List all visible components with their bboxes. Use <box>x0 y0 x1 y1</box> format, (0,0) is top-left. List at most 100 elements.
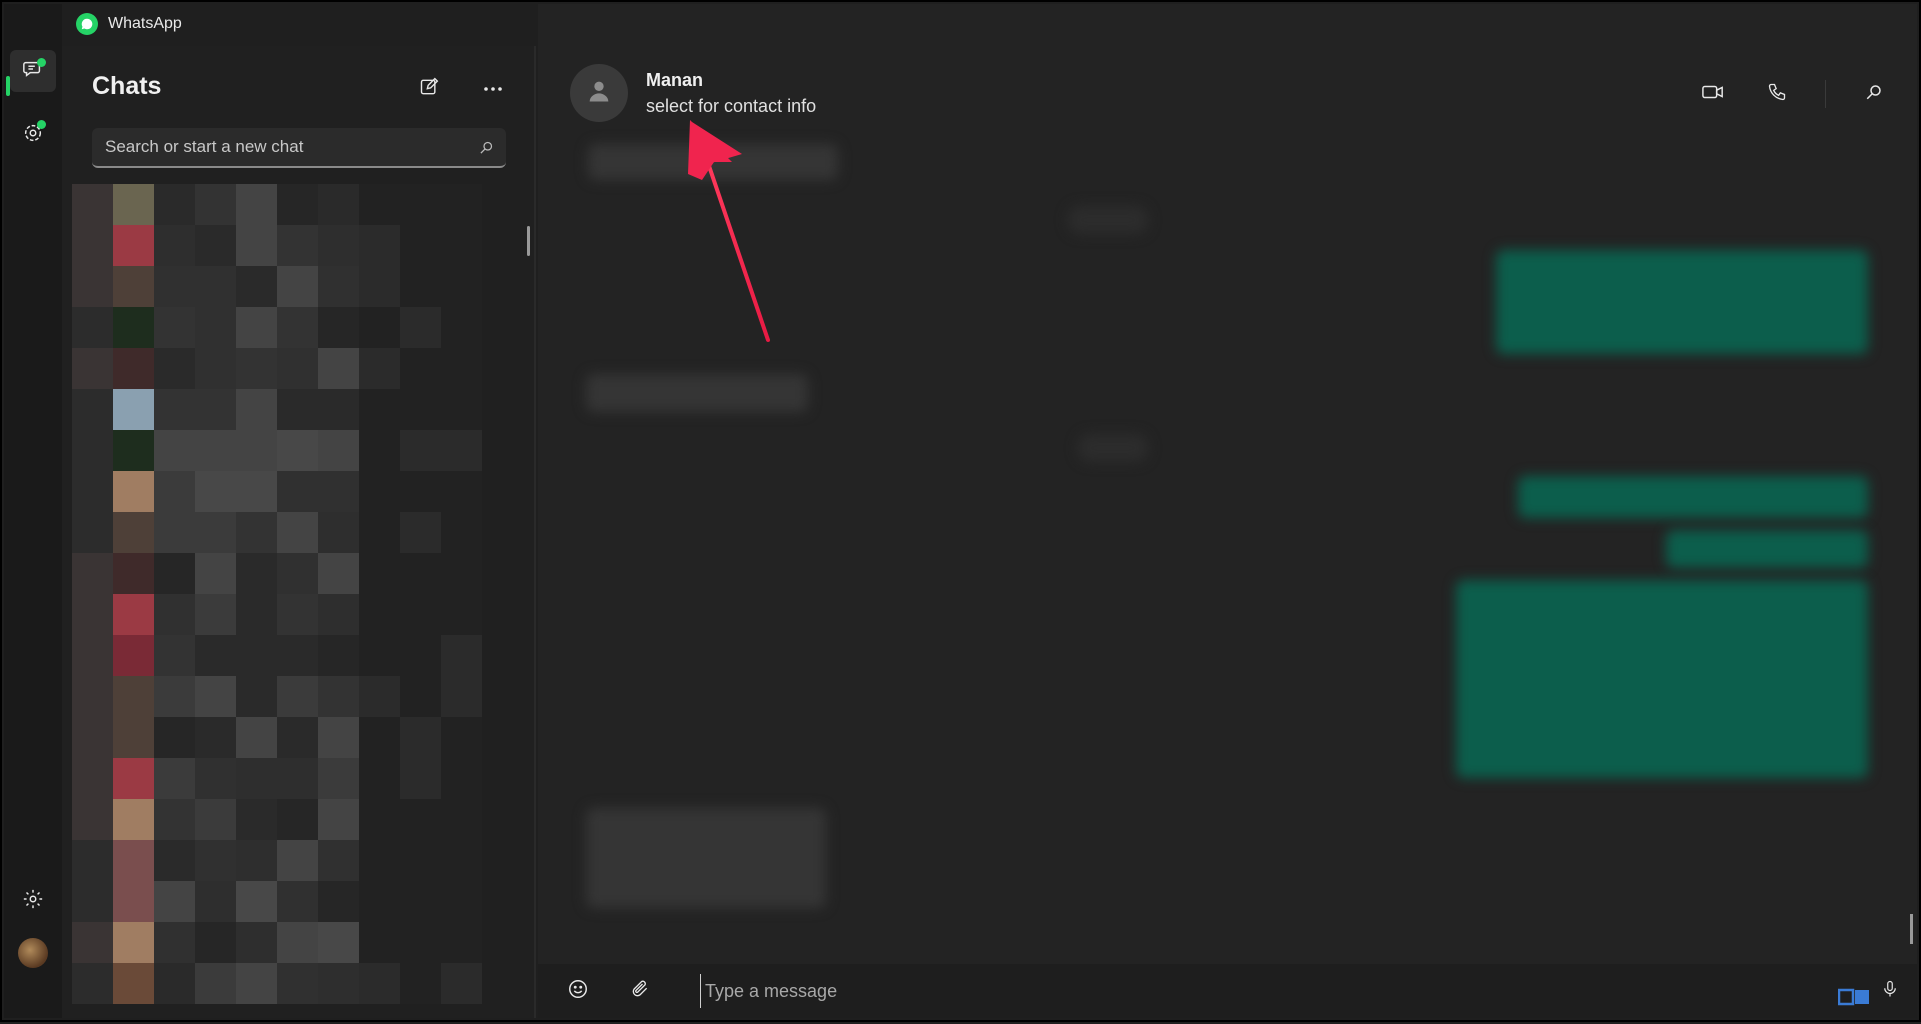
pixel-block <box>72 717 113 758</box>
contact-info-hint[interactable]: select for contact info <box>646 96 816 117</box>
pixel-block <box>113 307 154 348</box>
pixel-block <box>359 881 400 922</box>
pixel-block <box>277 389 318 430</box>
message-bubble[interactable] <box>1496 250 1868 354</box>
new-chat-button[interactable] <box>412 74 446 104</box>
pixel-block <box>72 963 113 1004</box>
pixel-block <box>441 963 482 1004</box>
pixel-block <box>154 471 195 512</box>
pixel-block <box>195 553 236 594</box>
status-badge <box>37 120 46 129</box>
pixel-block <box>113 225 154 266</box>
more-options-button[interactable] <box>476 74 510 104</box>
search-box[interactable] <box>92 128 506 168</box>
pixel-block <box>113 389 154 430</box>
pixel-block <box>72 512 113 553</box>
pixel-block <box>236 881 277 922</box>
pixel-block <box>441 635 482 676</box>
conversation-pane: Manan select for contact info <box>538 4 1917 1018</box>
message-bubble[interactable] <box>588 144 838 180</box>
chats-heading: Chats <box>92 72 162 100</box>
pixel-block <box>236 266 277 307</box>
pixel-block <box>359 758 400 799</box>
pixel-block <box>72 430 113 471</box>
pixel-block <box>277 512 318 553</box>
pixel-block <box>154 676 195 717</box>
pixel-block <box>72 266 113 307</box>
pixel-block <box>441 184 482 225</box>
pixel-block <box>113 594 154 635</box>
pixel-block <box>441 307 482 348</box>
voice-message-button[interactable] <box>1874 976 1906 1006</box>
profile-avatar[interactable] <box>18 938 48 968</box>
video-call-button[interactable] <box>1693 78 1733 110</box>
pixel-block <box>72 307 113 348</box>
app-title: WhatsApp <box>108 15 182 32</box>
pixel-block <box>113 922 154 963</box>
pixel-block <box>441 922 482 963</box>
message-bubble[interactable] <box>1666 530 1868 568</box>
pixel-block <box>113 266 154 307</box>
whatsapp-logo-icon <box>76 13 98 35</box>
pixel-block <box>318 799 359 840</box>
rail-status-button[interactable] <box>10 114 56 156</box>
pixel-block <box>236 594 277 635</box>
pixel-block <box>318 184 359 225</box>
pixel-block <box>318 553 359 594</box>
pixel-block <box>318 758 359 799</box>
pixel-block <box>318 512 359 553</box>
pixel-block <box>318 471 359 512</box>
pixel-block <box>359 594 400 635</box>
rail-settings-button[interactable] <box>10 880 56 922</box>
pixel-block <box>318 594 359 635</box>
chat-list-scrollbar[interactable] <box>527 226 530 256</box>
rail-chats-button[interactable] <box>10 50 56 92</box>
attach-button[interactable] <box>624 976 656 1006</box>
search-messages-button[interactable] <box>1854 78 1894 110</box>
message-input[interactable] <box>700 974 1800 1008</box>
message-bubble[interactable] <box>1456 580 1868 778</box>
pixel-block <box>359 389 400 430</box>
conversation-scrollbar[interactable] <box>1910 914 1913 944</box>
pixel-block <box>195 758 236 799</box>
message-bubble[interactable] <box>586 374 808 412</box>
pixel-block <box>359 799 400 840</box>
pixel-block <box>277 758 318 799</box>
paperclip-icon <box>630 979 650 1004</box>
pixel-block <box>195 799 236 840</box>
emoji-button[interactable] <box>562 976 594 1006</box>
pixel-block <box>277 594 318 635</box>
pixel-block <box>318 676 359 717</box>
contact-avatar[interactable] <box>570 64 628 122</box>
pixel-block <box>277 635 318 676</box>
pixel-block <box>113 758 154 799</box>
pixel-block <box>400 471 441 512</box>
pixel-block <box>277 799 318 840</box>
search-input[interactable] <box>92 136 466 158</box>
pixel-block <box>400 881 441 922</box>
date-separator <box>1078 434 1148 462</box>
voice-call-button[interactable] <box>1757 78 1797 110</box>
header-divider <box>1825 80 1826 108</box>
message-bubble[interactable] <box>586 808 826 908</box>
pixel-block <box>72 389 113 430</box>
pixel-block <box>113 717 154 758</box>
pixel-block <box>277 717 318 758</box>
pixel-block <box>359 266 400 307</box>
pixel-block <box>277 676 318 717</box>
pixel-block <box>195 430 236 471</box>
contact-name[interactable]: Manan <box>646 70 703 91</box>
pixelated-chat-items[interactable] <box>72 184 482 1004</box>
pixel-block <box>154 799 195 840</box>
pixel-block <box>154 635 195 676</box>
pixel-block <box>113 963 154 1004</box>
pixel-block <box>113 676 154 717</box>
pixel-block <box>441 676 482 717</box>
pixel-block <box>113 881 154 922</box>
message-bubble[interactable] <box>1518 476 1868 518</box>
pixel-block <box>72 225 113 266</box>
pixel-block <box>277 881 318 922</box>
pixel-block <box>195 676 236 717</box>
pixel-block <box>277 184 318 225</box>
pixel-block <box>236 307 277 348</box>
